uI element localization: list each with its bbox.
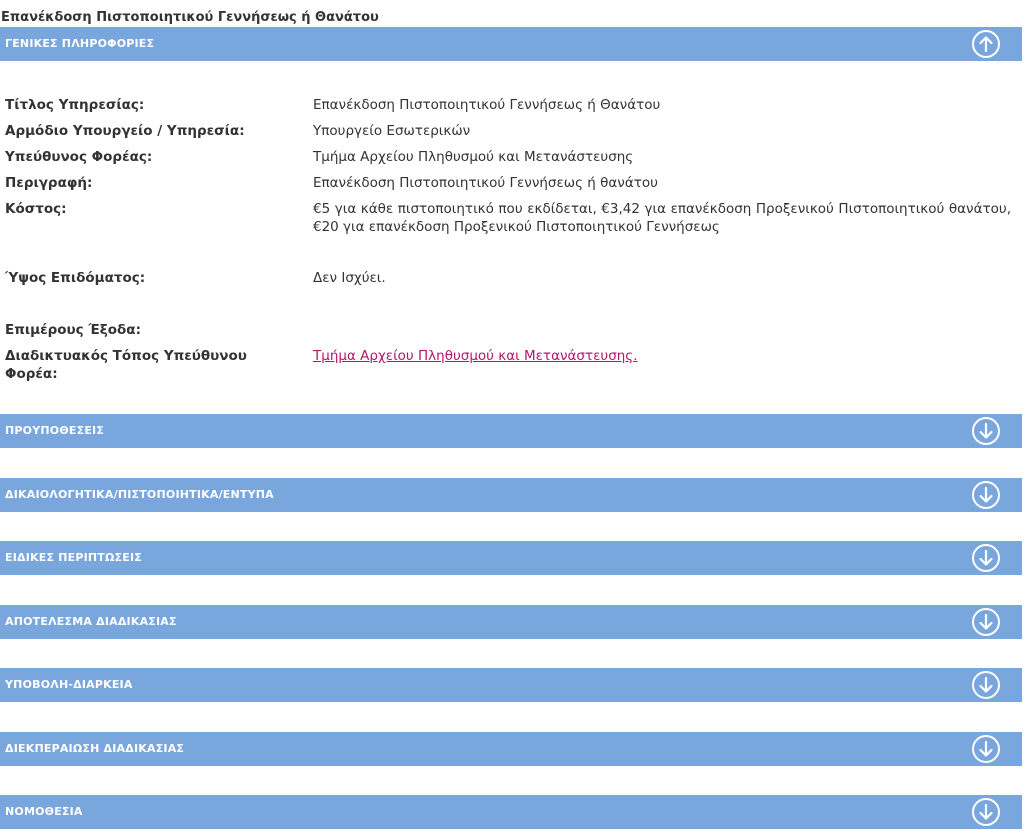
info-label: Ύψος Επιδόματος: bbox=[5, 270, 146, 286]
info-value: Υπουργείο Εσωτερικών bbox=[313, 123, 471, 139]
section-label: ΥΠΟΒΟΛΗ-ΔΙΑΡΚΕΙΑ bbox=[5, 678, 133, 691]
info-value: Τμήμα Αρχείου Πληθυσμού και Μετανάστευση… bbox=[313, 347, 1011, 365]
info-value: Επανέκδοση Πιστοποιητικού Γεννήσεως ή θα… bbox=[313, 175, 658, 191]
arrow-down-circle-icon[interactable] bbox=[971, 670, 1001, 700]
section-bar-result[interactable]: ΑΠΟΤΕΛΕΣΜΑ ΔΙΑΔΙΚΑΣΙΑΣ bbox=[0, 605, 1022, 639]
section-label: ΔΙΕΚΠΕΡΑΙΩΣΗ ΔΙΑΔΙΚΑΣΙΑΣ bbox=[5, 742, 185, 755]
section-label: ΑΠΟΤΕΛΕΣΜΑ ΔΙΑΔΙΚΑΣΙΑΣ bbox=[5, 615, 177, 628]
info-value: Επανέκδοση Πιστοποιητικού Γεννήσεως ή Θα… bbox=[313, 97, 661, 113]
info-label: Τίτλος Υπηρεσίας: bbox=[5, 97, 145, 113]
info-label: Επιμέρους Έξοδα: bbox=[5, 322, 141, 338]
info-label: Κόστος: bbox=[5, 201, 67, 217]
arrow-down-circle-icon[interactable] bbox=[971, 543, 1001, 573]
page-title: Επανέκδοση Πιστοποιητικού Γεννήσεως ή Θα… bbox=[1, 10, 379, 25]
info-label: Διαδικτυακός Τόπος Υπεύθυνου Φορέα: bbox=[5, 348, 247, 382]
section-label: ΝΟΜΟΘΕΣΙΑ bbox=[5, 805, 83, 818]
info-label: Περιγραφή: bbox=[5, 175, 93, 191]
arrow-down-circle-icon[interactable] bbox=[971, 416, 1001, 446]
arrow-down-circle-icon[interactable] bbox=[971, 480, 1001, 510]
section-bar-processing[interactable]: ΔΙΕΚΠΕΡΑΙΩΣΗ ΔΙΑΔΙΚΑΣΙΑΣ bbox=[0, 732, 1022, 766]
info-label: Υπεύθυνος Φορέας: bbox=[5, 149, 153, 165]
section-bar-prerequisites[interactable]: ΠΡΟΥΠΟΘΕΣΕΙΣ bbox=[0, 414, 1022, 448]
responsible-body-link[interactable]: Τμήμα Αρχείου Πληθυσμού και Μετανάστευση… bbox=[313, 348, 638, 364]
section-bar-legislation[interactable]: ΝΟΜΟΘΕΣΙΑ bbox=[0, 795, 1022, 829]
section-label: ΕΙΔΙΚΕΣ ΠΕΡΙΠΤΩΣΕΙΣ bbox=[5, 551, 142, 564]
section-label: ΠΡΟΥΠΟΘΕΣΕΙΣ bbox=[5, 424, 105, 437]
section-bar-submission-duration[interactable]: ΥΠΟΒΟΛΗ-ΔΙΑΡΚΕΙΑ bbox=[0, 668, 1022, 702]
section-bar-general-info[interactable]: ΓΕΝΙΚΕΣ ΠΛΗΡΟΦΟΡΙΕΣ bbox=[0, 27, 1022, 61]
arrow-down-circle-icon[interactable] bbox=[971, 734, 1001, 764]
section-bar-documents[interactable]: ΔΙΚΑΙΟΛΟΓΗΤΙΚΑ/ΠΙΣΤΟΠΟΙΗΤΙΚΑ/ΕΝΤΥΠΑ bbox=[0, 478, 1022, 512]
arrow-down-circle-icon[interactable] bbox=[971, 797, 1001, 827]
info-value: Τμήμα Αρχείου Πληθυσμού και Μετανάστευση… bbox=[313, 149, 634, 165]
info-label: Αρμόδιο Υπουργείο / Υπηρεσία: bbox=[5, 123, 245, 139]
info-value: Δεν Ισχύει. bbox=[313, 270, 386, 286]
section-label: ΓΕΝΙΚΕΣ ΠΛΗΡΟΦΟΡΙΕΣ bbox=[5, 37, 155, 50]
info-value: €5 για κάθε πιστοποιητικό που εκδίδεται,… bbox=[313, 201, 1011, 235]
section-label: ΔΙΚΑΙΟΛΟΓΗΤΙΚΑ/ΠΙΣΤΟΠΟΙΗΤΙΚΑ/ΕΝΤΥΠΑ bbox=[5, 488, 274, 501]
arrow-down-circle-icon[interactable] bbox=[971, 607, 1001, 637]
arrow-up-circle-icon[interactable] bbox=[971, 29, 1001, 59]
section-bar-special-cases[interactable]: ΕΙΔΙΚΕΣ ΠΕΡΙΠΤΩΣΕΙΣ bbox=[0, 541, 1022, 575]
